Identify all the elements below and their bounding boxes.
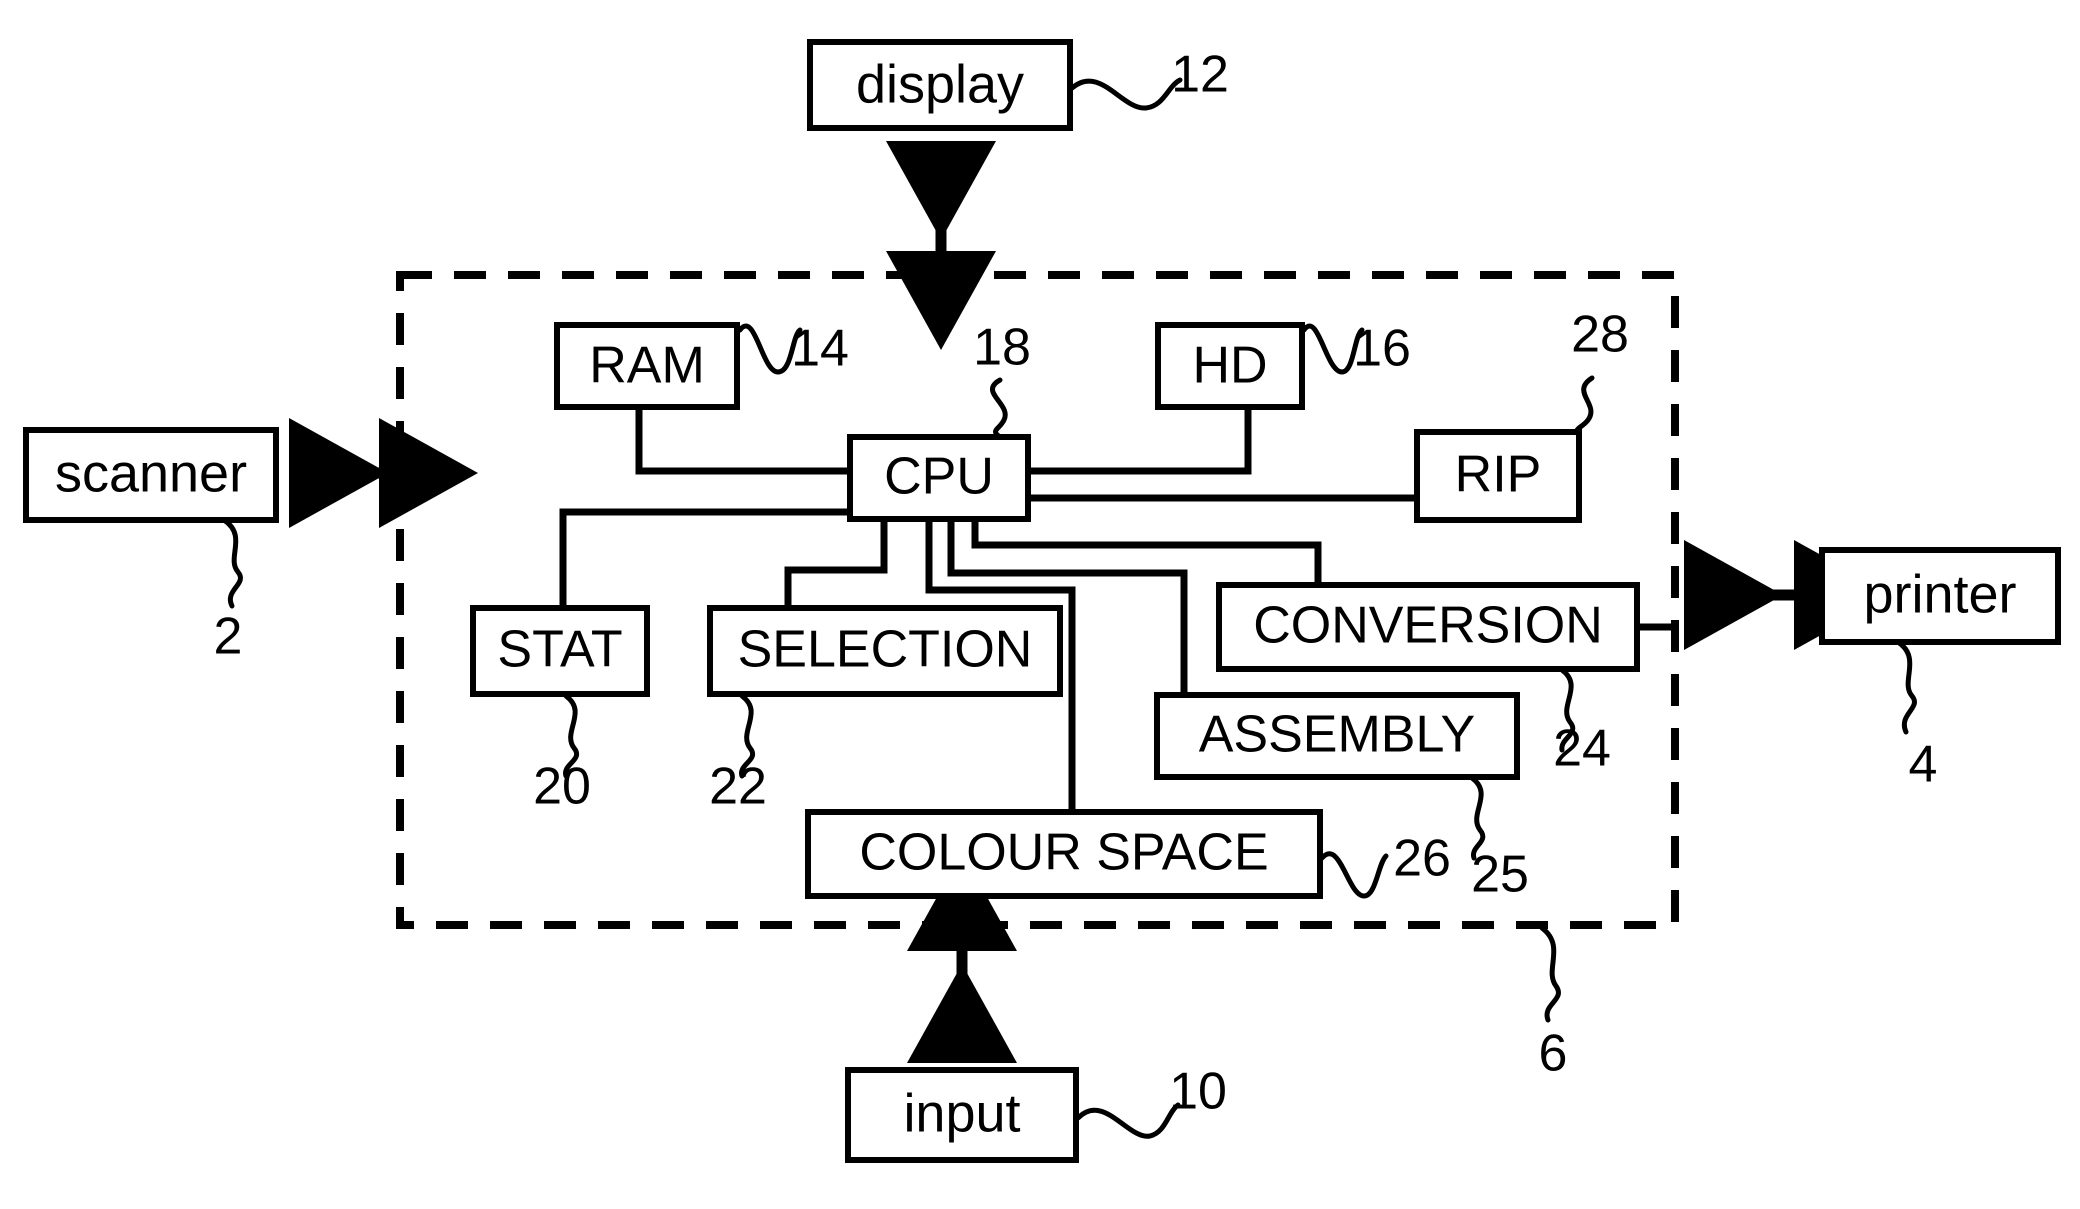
block-ram[interactable]: RAM xyxy=(554,322,740,410)
block-conversion[interactable]: CONVERSION xyxy=(1216,582,1640,672)
ref-number-16: 16 xyxy=(1353,320,1411,378)
diagram-canvas: display scanner printer input RAM CPU HD xyxy=(0,0,2080,1209)
block-rip[interactable]: RIP xyxy=(1414,429,1582,523)
connection-cpu-selection xyxy=(784,519,888,608)
leader-line-26 xyxy=(1319,851,1389,899)
leader-line-28 xyxy=(1574,375,1595,437)
leader-line-2 xyxy=(221,517,243,609)
block-colour-space[interactable]: COLOUR SPACE xyxy=(805,809,1323,899)
ram-label: RAM xyxy=(589,337,705,395)
display-label: display xyxy=(856,54,1024,114)
ref-number-28: 28 xyxy=(1571,306,1629,364)
ref-number-2: 2 xyxy=(214,608,243,666)
block-hd[interactable]: HD xyxy=(1155,322,1305,410)
connection-cpu-hd xyxy=(1028,407,1252,475)
ref-number-24: 24 xyxy=(1553,720,1611,778)
ref-number-18: 18 xyxy=(973,319,1031,377)
assembly-label: ASSEMBLY xyxy=(1199,706,1475,764)
block-scanner[interactable]: scanner xyxy=(23,427,279,523)
rip-label: RIP xyxy=(1455,446,1542,504)
ref-number-25: 25 xyxy=(1471,846,1529,904)
ref-number-14: 14 xyxy=(791,320,849,378)
block-cpu[interactable]: CPU xyxy=(847,434,1031,522)
connection-cpu-stat xyxy=(559,508,850,608)
block-printer[interactable]: printer xyxy=(1819,547,2061,645)
block-display[interactable]: display xyxy=(807,39,1073,131)
leader-line-12 xyxy=(1069,77,1183,111)
stat-label: STAT xyxy=(497,621,622,679)
block-stat[interactable]: STAT xyxy=(470,605,650,697)
printer-label: printer xyxy=(1863,564,2016,624)
leader-line-4 xyxy=(1895,639,1917,735)
leader-line-6 xyxy=(1539,925,1561,1023)
ref-number-12: 12 xyxy=(1171,46,1229,104)
ref-number-20: 20 xyxy=(533,758,591,816)
block-diagram: display scanner printer input RAM CPU HD xyxy=(23,39,2061,1163)
colour-space-label: COLOUR SPACE xyxy=(859,824,1268,882)
ref-number-10: 10 xyxy=(1169,1063,1227,1121)
input-label: input xyxy=(903,1083,1020,1143)
leader-line-10 xyxy=(1075,1102,1181,1139)
ref-number-4: 4 xyxy=(1909,736,1938,794)
cpu-label: CPU xyxy=(884,448,994,506)
selection-label: SELECTION xyxy=(738,621,1033,679)
scanner-label: scanner xyxy=(55,443,247,503)
hd-label: HD xyxy=(1192,337,1267,395)
ref-number-6: 6 xyxy=(1539,1025,1568,1083)
ref-number-22: 22 xyxy=(709,758,767,816)
block-input[interactable]: input xyxy=(845,1067,1079,1163)
connection-cpu-ram xyxy=(635,407,850,475)
conversion-label: CONVERSION xyxy=(1253,597,1603,655)
block-selection[interactable]: SELECTION xyxy=(707,605,1063,697)
ref-number-26: 26 xyxy=(1393,830,1451,888)
leader-line-18 xyxy=(990,377,1008,440)
block-assembly[interactable]: ASSEMBLY xyxy=(1154,692,1520,780)
